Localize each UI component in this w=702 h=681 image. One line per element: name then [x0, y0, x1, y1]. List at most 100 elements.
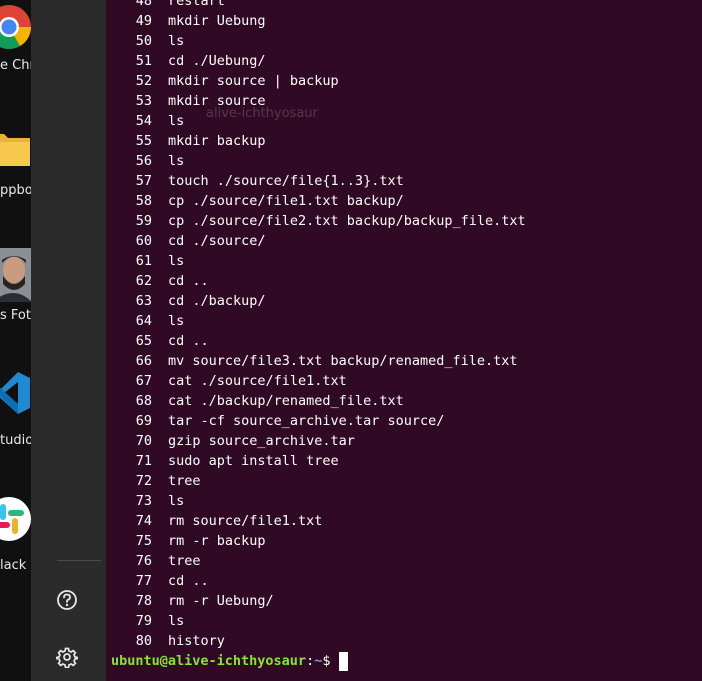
history-line: 60 cd ./source/: [106, 231, 526, 251]
history-line-number: 60: [135, 233, 152, 249]
history-line: 59 cp ./source/file2.txt backup/backup_fi…: [106, 211, 526, 231]
history-line-number: 68: [135, 393, 152, 409]
history-line: 71 sudo apt install tree: [106, 451, 526, 471]
history-line: 78 rm -r Uebung/: [106, 591, 526, 611]
history-command: ls: [168, 153, 185, 169]
history-line: 49 mkdir Uebung: [106, 11, 526, 31]
history-line-number: 54: [135, 113, 152, 129]
history-line-number: 61: [135, 253, 152, 269]
side-rail: [31, 0, 106, 681]
history-line: 80 history: [106, 631, 526, 651]
history-command: ls: [168, 493, 185, 509]
history-command: sudo apt install tree: [168, 453, 339, 469]
history-line: 62 cd ..: [106, 271, 526, 291]
history-line: 76 tree: [106, 551, 526, 571]
history-line: 56 ls: [106, 151, 526, 171]
history-line-number: 72: [135, 473, 152, 489]
folder-icon: [0, 134, 30, 166]
history-command: cp ./source/file2.txt backup/backup_file…: [168, 213, 526, 229]
history-command: mv source/file3.txt backup/renamed_file.…: [168, 353, 518, 369]
vscode-icon: [0, 372, 30, 414]
history-line: 77 cd ..: [106, 571, 526, 591]
history-line-number: 55: [135, 133, 152, 149]
desktop-item-label: ppbo: [0, 183, 31, 198]
history-line-number: 69: [135, 413, 152, 429]
history-command: tree: [168, 553, 201, 569]
history-line-number: 57: [135, 173, 152, 189]
history-line-number: 79: [135, 613, 152, 629]
history-line-number: 71: [135, 453, 152, 469]
history-command: ls: [168, 113, 185, 129]
history-line: 58 cp ./source/file1.txt backup/: [106, 191, 526, 211]
history-line-number: 73: [135, 493, 152, 509]
history-line-number: 56: [135, 153, 152, 169]
history-line-number: 78: [135, 593, 152, 609]
history-line: 65 cd ..: [106, 331, 526, 351]
history-command: cd ./backup/: [168, 293, 266, 309]
shell-prompt[interactable]: ubuntu@alive-ichthyosaur: ~ $: [111, 651, 348, 671]
desktop-item-label: lack: [0, 558, 27, 573]
history-command: cd ./Uebung/: [168, 53, 266, 69]
history-command: cd ..: [168, 333, 209, 349]
history-line: 63 cd ./backup/: [106, 291, 526, 311]
history-line-number: 65: [135, 333, 152, 349]
hostname-watermark: alive-ichthyosaur: [206, 106, 318, 121]
rail-divider: [57, 560, 101, 561]
gear-icon[interactable]: [56, 646, 78, 668]
text-cursor: [338, 651, 348, 671]
history-command: gzip source_archive.tar: [168, 433, 355, 449]
history-line: 61 ls: [106, 251, 526, 271]
desktop-item-label: e Chr: [0, 58, 31, 73]
history-line: 51 cd ./Uebung/: [106, 51, 526, 71]
history-line-number: 53: [135, 93, 152, 109]
history-command: tar -cf source_archive.tar source/: [168, 413, 445, 429]
history-command: ls: [168, 313, 185, 329]
history-line-number: 64: [135, 313, 152, 329]
history-line: 79 ls: [106, 611, 526, 631]
prompt-path: ~: [314, 653, 323, 669]
history-command: ls: [168, 33, 185, 49]
history-line: 74 rm source/file1.txt: [106, 511, 526, 531]
history-line-number: 59: [135, 213, 152, 229]
history-command: cd ..: [168, 573, 209, 589]
history-line: 73 ls: [106, 491, 526, 511]
history-command: cd ./source/: [168, 233, 266, 249]
chrome-icon: [0, 5, 31, 49]
history-line: 64 ls: [106, 311, 526, 331]
history-line-number: 48: [135, 0, 152, 9]
history-line: 70 gzip source_archive.tar: [106, 431, 526, 451]
history-line-number: 51: [135, 53, 152, 69]
history-command: mkdir Uebung: [168, 13, 266, 29]
prompt-user-host: ubuntu@alive-ichthyosaur: [111, 653, 307, 669]
desktop-item-label: s Foto: [0, 308, 31, 323]
history-line: 50 ls: [106, 31, 526, 51]
history-line-number: 49: [135, 13, 152, 29]
history-line: 72 tree: [106, 471, 526, 491]
slack-icon: [0, 497, 31, 541]
history-command: tree: [168, 473, 201, 489]
history-line: 55 mkdir backup: [106, 131, 526, 151]
history-command: restart: [168, 0, 225, 9]
history-command: ls: [168, 613, 185, 629]
history-command: rm source/file1.txt: [168, 513, 323, 529]
history-line-number: 50: [135, 33, 152, 49]
history-line-number: 77: [135, 573, 152, 589]
history-command: touch ./source/file{1..3}.txt: [168, 173, 404, 189]
prompt-colon: :: [306, 653, 315, 669]
history-line-number: 62: [135, 273, 152, 289]
history-line-number: 75: [135, 533, 152, 549]
history-command: ls: [168, 253, 185, 269]
history-command: cat ./backup/renamed_file.txt: [168, 393, 404, 409]
history-command: history: [168, 633, 225, 649]
history-command: rm -r backup: [168, 533, 266, 549]
help-circle-icon[interactable]: [56, 589, 78, 611]
history-line-number: 63: [135, 293, 152, 309]
history-command: cp ./source/file1.txt backup/: [168, 193, 404, 209]
history-command: cd ..: [168, 273, 209, 289]
history-line: 52 mkdir source | backup: [106, 71, 526, 91]
history-line: 75 rm -r backup: [106, 531, 526, 551]
history-line: 68 cat ./backup/renamed_file.txt: [106, 391, 526, 411]
history-line: 66 mv source/file3.txt backup/renamed_fil…: [106, 351, 526, 371]
history-command: cat ./source/file1.txt: [168, 373, 347, 389]
terminal-window[interactable]: 48 restart 49 mkdir Uebung 50 ls 51 cd ./Uebung…: [106, 0, 702, 681]
